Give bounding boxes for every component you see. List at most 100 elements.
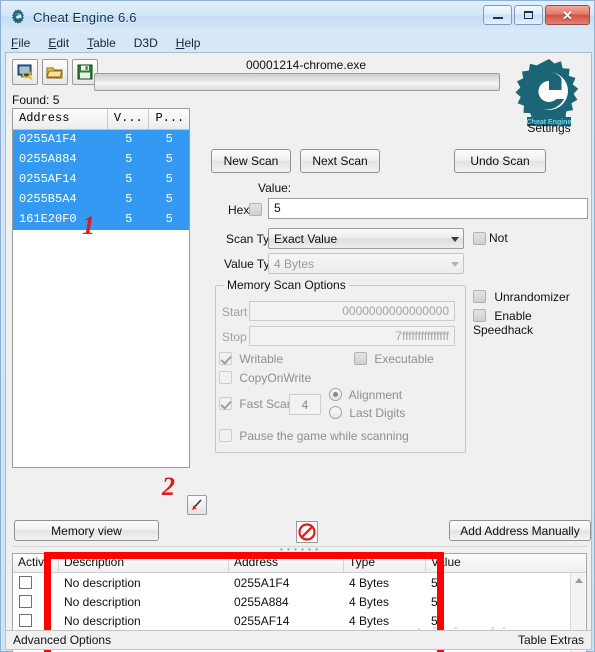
minimize-button[interactable] [483, 5, 512, 25]
radio-icon [329, 406, 342, 419]
value-input[interactable]: 5 [268, 198, 588, 219]
pause-game-label: Pause the game while scanning [239, 429, 409, 443]
scan-type-value: Exact Value [274, 231, 338, 246]
results-col-value[interactable]: V... [108, 109, 150, 129]
table-row[interactable]: 0255A884 5 5 [13, 150, 189, 170]
add-address-manually-button[interactable]: Add Address Manually [449, 520, 591, 541]
result-address: 0255A1F4 [19, 132, 77, 146]
found-label: Found: 5 [12, 93, 60, 107]
radio-icon [329, 388, 342, 401]
table-row[interactable]: No description 0255A884 4 Bytes 5 [13, 592, 586, 611]
title-bar: Cheat Engine 6.6 ✕ [1, 1, 594, 33]
stop-address-input[interactable]: 7fffffffffffffff [249, 326, 455, 346]
maximize-icon [524, 11, 533, 19]
hex-checkbox[interactable] [249, 203, 262, 221]
row-value: 5 [431, 594, 438, 609]
menu-item-file[interactable]: File [2, 35, 39, 51]
fast-scan-value-input[interactable]: 4 [289, 394, 321, 415]
advanced-options-link[interactable]: Advanced Options [13, 633, 111, 647]
start-address-input[interactable]: 0000000000000000 [249, 301, 455, 321]
menu-item-edit[interactable]: Edit [39, 35, 78, 51]
row-description: No description [64, 594, 141, 609]
annotation-two: 2 [162, 472, 175, 501]
row-address: 0255A884 [234, 594, 289, 609]
result-value: 5 [125, 132, 133, 146]
table-extras-link[interactable]: Table Extras [518, 633, 584, 647]
table-row[interactable]: No description 0255A1F4 4 Bytes 5 [13, 573, 586, 592]
no-entry-icon [296, 521, 318, 543]
settings-label[interactable]: Settings [514, 121, 584, 135]
menu-item-help[interactable]: Help [167, 35, 210, 51]
open-file-button[interactable] [42, 59, 68, 85]
new-scan-button[interactable]: New Scan [211, 149, 291, 173]
chevron-up-icon [574, 578, 583, 583]
checkbox-icon [473, 290, 486, 303]
open-process-button[interactable] [12, 59, 38, 85]
active-checkbox-cell[interactable] [13, 576, 59, 589]
writable-checkbox[interactable]: Writable [219, 352, 283, 366]
executable-label: Executable [374, 352, 434, 366]
cheat-col-description[interactable]: Description [59, 554, 229, 572]
copyonwrite-label: CopyOnWrite [239, 371, 312, 385]
checkbox-icon [19, 614, 32, 627]
add-selected-addresses-button[interactable] [187, 495, 207, 515]
maximize-button[interactable] [514, 5, 543, 25]
last-digits-radio[interactable]: Last Digits [329, 406, 405, 420]
menu-item-table[interactable]: Table [78, 35, 125, 51]
table-row[interactable]: 0255B5A4 5 5 [13, 190, 189, 210]
close-button[interactable]: ✕ [545, 5, 590, 25]
writable-label: Writable [239, 352, 284, 366]
speedhack-checkbox[interactable]: Enable Speedhack [473, 309, 591, 337]
deactivate-button[interactable] [296, 521, 318, 543]
panel-splitter[interactable]: • • • • • • [12, 546, 587, 554]
scroll-up-button[interactable] [571, 573, 586, 588]
active-checkbox-cell[interactable] [13, 595, 59, 608]
cheat-col-address[interactable]: Address [229, 554, 344, 572]
table-row[interactable]: 0255A1F4 5 5 [13, 130, 189, 150]
row-value: 5 [431, 613, 438, 628]
results-col-previous[interactable]: P... [149, 109, 189, 129]
cheat-col-type[interactable]: Type [344, 554, 426, 572]
result-previous: 5 [165, 132, 173, 146]
scan-type-dropdown[interactable]: Exact Value [268, 228, 464, 249]
executable-checkbox[interactable]: Executable [354, 352, 434, 366]
copyonwrite-checkbox[interactable]: CopyOnWrite [219, 371, 311, 385]
pause-game-checkbox[interactable]: Pause the game while scanning [219, 429, 409, 443]
fast-scan-checkbox[interactable]: Fast Scan [219, 397, 293, 411]
last-digits-label: Last Digits [349, 406, 406, 420]
row-description: No description [64, 575, 141, 590]
scan-results-header: Address V... P... [13, 109, 189, 130]
row-address: 0255AF14 [234, 613, 290, 628]
process-title: 00001214-chrome.exe [245, 58, 367, 72]
alignment-radio[interactable]: Alignment [329, 388, 402, 402]
active-checkbox-cell[interactable] [13, 614, 59, 627]
checkbox-icon [219, 371, 232, 384]
scan-results-list[interactable]: Address V... P... 0255A1F4 5 5 0255A884 … [12, 108, 190, 468]
table-row[interactable]: 0255AF14 5 5 [13, 170, 189, 190]
cheat-col-value[interactable]: Value [426, 554, 566, 572]
memory-view-button[interactable]: Memory view [14, 520, 159, 541]
checkbox-icon [19, 576, 32, 589]
next-scan-button[interactable]: Next Scan [300, 149, 380, 173]
cheat-col-active[interactable]: Active [13, 554, 59, 572]
unrandomizer-checkbox[interactable]: Unrandomizer [473, 290, 570, 304]
cheat-table-header: Active Description Address Type Value [13, 554, 586, 573]
result-address: 0255A884 [19, 152, 77, 166]
result-previous: 5 [165, 152, 173, 166]
checkbox-icon [354, 352, 367, 365]
menu-item-d3d[interactable]: D3D [125, 35, 167, 51]
close-icon: ✕ [562, 7, 573, 23]
cheat-engine-logo-icon [9, 8, 27, 26]
value-type-dropdown[interactable]: 4 Bytes [268, 253, 464, 274]
client-area: 00001214-chrome.exe Found: 5 Cheat Engin… [5, 52, 592, 652]
row-description: No description [64, 613, 141, 628]
result-previous: 5 [165, 212, 173, 226]
table-row[interactable]: 161E20F0 5 5 [13, 210, 189, 230]
result-value: 5 [125, 212, 133, 226]
table-row[interactable]: No description 0255AF14 4 Bytes 5 [13, 611, 586, 630]
not-checkbox[interactable] [473, 232, 486, 250]
result-previous: 5 [165, 172, 173, 186]
result-value: 5 [125, 172, 133, 186]
results-col-address[interactable]: Address [13, 109, 108, 129]
undo-scan-button[interactable]: Undo Scan [454, 149, 546, 173]
